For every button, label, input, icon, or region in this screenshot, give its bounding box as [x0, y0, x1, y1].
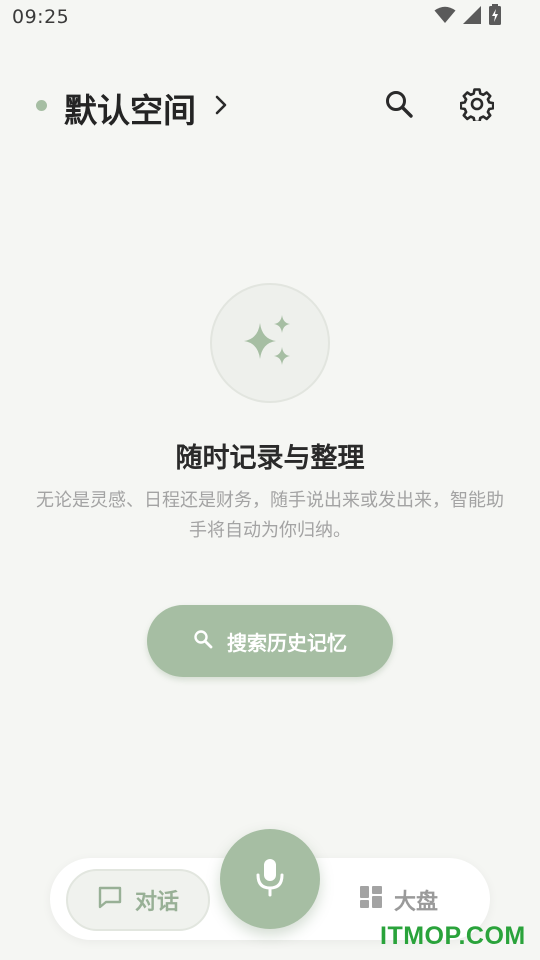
chevron-right-icon[interactable] — [210, 94, 232, 116]
status-bar: 09:25 — [0, 0, 540, 36]
search-history-label: 搜索历史记忆 — [227, 630, 347, 655]
app-screen: 09:25 默认空间 随时记录与整理 无论是灵感、日程还是财务，随手说出来或发出… — [0, 0, 540, 960]
empty-state-description: 无论是灵感、日程还是财务，随手说出来或发出来，智能助手将自动为你归纳。 — [36, 490, 504, 541]
wifi-icon — [434, 6, 456, 28]
status-icons — [434, 4, 502, 30]
sparkles-icon — [242, 313, 298, 373]
tab-dashboard[interactable]: 大盘 — [360, 882, 438, 918]
settings-button[interactable] — [457, 86, 497, 126]
watermark-text: ITMOP.COM — [380, 922, 526, 950]
space-name-title[interactable]: 默认空间 — [64, 84, 196, 132]
tab-chat[interactable]: 对话 — [66, 869, 210, 931]
voice-input-button[interactable] — [220, 829, 320, 929]
empty-state-illustration — [210, 283, 330, 403]
gear-icon — [459, 87, 495, 125]
battery-charging-icon — [488, 4, 502, 30]
cellular-signal-icon — [462, 5, 482, 29]
space-status-dot — [36, 100, 47, 111]
header-search-button[interactable] — [379, 86, 419, 126]
tab-dashboard-label: 大盘 — [394, 890, 439, 915]
search-icon — [193, 629, 213, 654]
dashboard-icon — [360, 886, 382, 914]
header: 默认空间 — [0, 70, 540, 142]
tab-chat-label: 对话 — [134, 890, 179, 915]
status-time: 09:25 — [12, 6, 70, 28]
search-icon — [384, 89, 414, 123]
chat-bubble-icon — [97, 885, 123, 915]
empty-state-title: 随时记录与整理 — [175, 443, 365, 474]
microphone-icon — [253, 857, 287, 901]
search-history-button[interactable]: 搜索历史记忆 — [147, 605, 393, 677]
